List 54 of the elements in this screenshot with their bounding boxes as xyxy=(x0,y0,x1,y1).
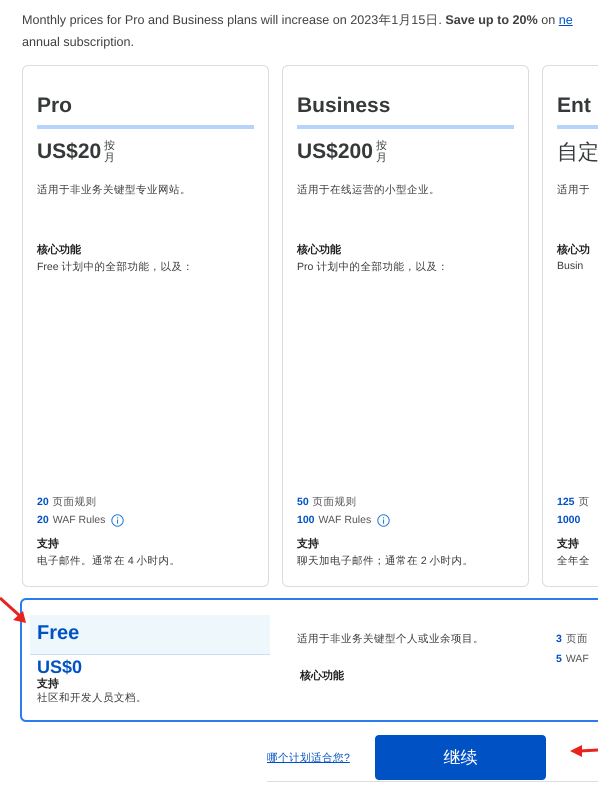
rule-count: 20 xyxy=(37,514,49,526)
section-title: 核心功 xyxy=(557,242,591,257)
plan-price: 自定 xyxy=(557,140,598,166)
continue-button[interactable]: 继续 xyxy=(374,735,546,780)
plan-description: 适用于在线运营的小型企业。 xyxy=(297,183,441,197)
support-text: 全年全 xyxy=(557,554,591,568)
rule-label: 页 xyxy=(578,495,590,509)
support-text: 社区和开发人员文档。 xyxy=(36,691,148,705)
annotation-arrow xyxy=(570,743,598,759)
plan-name: Free xyxy=(30,615,270,655)
plan-name: Business xyxy=(297,93,392,119)
support-text: 电子邮件。通常在 4 小时内。 xyxy=(37,554,182,568)
rule-count: 20 xyxy=(37,496,49,508)
support-text: 聊天加电子邮件；通常在 2 小时内。 xyxy=(297,554,475,568)
plan-card[interactable]: Free US$0 支持 社区和开发人员文档。 适用于非业务关键型个人或业余项目。 核心功能 3 页面 5 WAF xyxy=(20,598,598,722)
section-title: 支持 xyxy=(557,536,580,551)
rule-count: 125 xyxy=(557,496,575,508)
rule-count: 3 xyxy=(556,633,562,645)
plan-description: 适用于非业务关键型专业网站。 xyxy=(37,183,192,197)
notice-text: annual subscription. xyxy=(22,34,136,51)
notice-text: Monthly prices for Pro and Business plans will increase on 2023年1月15日. Save up to 20% on xyxy=(22,13,556,27)
plan-name: Ent xyxy=(557,93,592,119)
plan-price: US$200 xyxy=(297,140,373,164)
rule-label: WAF Rules xyxy=(318,514,372,526)
rule-label: 页面规则 xyxy=(312,495,357,509)
rule-label: WAF Rules xyxy=(52,514,106,526)
feature-text: Busin xyxy=(557,260,584,272)
help-link[interactable]: 哪个计划适合您? xyxy=(267,750,350,764)
section-title: 核心功能 xyxy=(297,242,342,257)
info-icon[interactable] xyxy=(111,514,124,526)
feature-text: Pro 计划中的全部功能，以及： xyxy=(297,260,450,274)
section-title: 支持 xyxy=(297,536,320,551)
plan-description: 适用于非业务关键型个人或业余项目。 xyxy=(297,632,485,646)
price-period: 按月 xyxy=(104,140,116,164)
section-title: 支持 xyxy=(37,536,60,551)
rule-count: 50 xyxy=(297,496,309,508)
rule-count: 1000 xyxy=(557,514,580,526)
info-icon[interactable] xyxy=(377,514,390,526)
price-period: 按月 xyxy=(376,140,387,164)
plan-price: US$20 xyxy=(37,140,102,164)
rule-label: 页面 xyxy=(566,632,588,646)
rule-count: 100 xyxy=(297,514,315,526)
plan-description: 适用于 xyxy=(557,183,591,197)
section-title: 支持 xyxy=(36,678,60,690)
rule-label: WAF xyxy=(566,653,589,665)
plan-price: US$0 xyxy=(36,657,84,677)
notice-link[interactable]: ne xyxy=(558,13,573,27)
feature-text: Free 计划中的全部功能，以及： xyxy=(37,260,195,274)
rule-label: 页面规则 xyxy=(52,495,97,509)
plan-card[interactable]: Ent 自定 适用于 核心功 Busin 125 页 1000 支持 全年全 xyxy=(542,65,598,587)
section-title: 核心功能 xyxy=(298,668,345,683)
section-title: 核心功能 xyxy=(37,242,82,257)
rule-count: 5 xyxy=(556,653,562,665)
plan-name: Pro xyxy=(37,93,74,119)
